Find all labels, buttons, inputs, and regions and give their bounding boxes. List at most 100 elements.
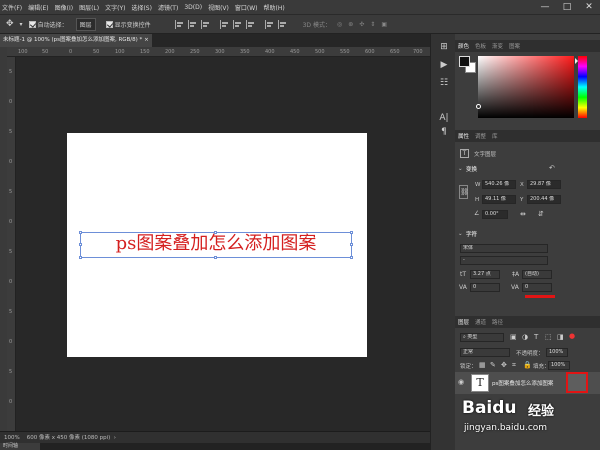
auto-select-dropdown[interactable]: 图层 <box>75 17 96 31</box>
y-field[interactable]: 200.44 像 <box>527 195 561 204</box>
tab-swatches[interactable]: 色板 <box>475 42 486 50</box>
align-left-icon[interactable] <box>174 19 184 29</box>
menu-view[interactable]: 视图(V) <box>208 3 229 12</box>
character-panel-icon[interactable]: A| <box>438 112 450 124</box>
flip-horizontal-icon[interactable]: ⇹ <box>520 210 526 218</box>
slide-3d-icon[interactable]: ⇕ <box>370 21 375 28</box>
paragraph-panel-icon[interactable]: ¶ <box>438 126 450 138</box>
tool-preset-chevron-icon[interactable]: ▾ <box>20 21 23 28</box>
width-field[interactable]: 540.26 像 <box>482 180 516 189</box>
tab-adjustments[interactable]: 调整 <box>475 132 486 140</box>
transform-handle[interactable] <box>79 243 82 246</box>
transform-handle[interactable] <box>214 256 217 259</box>
font-style-dropdown[interactable]: - <box>460 256 548 265</box>
tab-paths[interactable]: 路径 <box>492 318 503 326</box>
zoom-level[interactable]: 100% <box>4 435 20 441</box>
filter-adjust-icon[interactable]: ◑ <box>522 333 528 341</box>
tab-libraries[interactable]: 库 <box>492 132 498 140</box>
hue-slider-pointer[interactable] <box>575 58 578 64</box>
align-top-icon[interactable] <box>219 19 229 29</box>
transform-handle[interactable] <box>350 231 353 234</box>
lock-artboard-icon[interactable]: ⌗ <box>512 361 516 370</box>
close-window-button[interactable]: ✕ <box>578 2 600 12</box>
align-right-icon[interactable] <box>200 19 210 29</box>
leading-field[interactable]: (自动) <box>522 270 552 279</box>
minimize-button[interactable]: — <box>534 2 556 12</box>
status-menu-chevron-icon[interactable]: › <box>114 435 116 441</box>
menu-select[interactable]: 选择(S) <box>131 3 152 12</box>
height-field[interactable]: 49.11 像 <box>482 195 516 204</box>
link-icon[interactable]: ⛓ <box>459 185 469 199</box>
blend-mode-dropdown[interactable]: 正常 <box>460 348 510 357</box>
lock-pixels-icon[interactable]: ✎ <box>490 361 496 369</box>
layer-filter-dropdown[interactable]: ⌕ 类型 <box>460 333 504 342</box>
opacity-field[interactable]: 100% <box>546 348 568 357</box>
text-bounding-box[interactable] <box>79 231 353 259</box>
lock-transparency-icon[interactable]: ▦ <box>479 361 486 369</box>
x-field[interactable]: 29.87 像 <box>527 180 561 189</box>
fill-field[interactable]: 100% <box>548 361 570 370</box>
lock-all-icon[interactable]: 🔒 <box>523 361 532 369</box>
color-picker-field[interactable] <box>478 56 574 118</box>
actions-play-icon[interactable]: ▶ <box>438 59 450 71</box>
hue-slider[interactable] <box>578 56 587 118</box>
tab-layers[interactable]: 图层 <box>458 318 469 326</box>
menu-file[interactable]: 文件(F) <box>2 3 22 12</box>
timeline-tab[interactable]: 时间轴 <box>0 443 40 450</box>
roll-3d-icon[interactable]: ⊛ <box>348 21 353 28</box>
menu-help[interactable]: 帮助(H) <box>264 3 285 12</box>
tab-channels[interactable]: 通道 <box>475 318 486 326</box>
filter-type-icon[interactable]: T <box>534 333 538 341</box>
lock-position-icon[interactable]: ✥ <box>501 361 507 369</box>
transform-chevron-icon[interactable]: ⌄ <box>458 166 463 172</box>
tab-properties[interactable]: 属性 <box>458 132 469 140</box>
font-family-dropdown[interactable]: 宋体 <box>460 244 548 253</box>
kerning-field[interactable]: 0 <box>470 283 500 292</box>
layer-name[interactable]: ps图案叠加怎么添加图案 <box>492 379 553 387</box>
horizontal-ruler[interactable]: 100 50 0 50 100 150 200 250 300 350 400 … <box>7 47 430 57</box>
align-center-icon[interactable] <box>187 19 197 29</box>
reset-icon[interactable]: ↶ <box>549 164 555 172</box>
transform-handle[interactable] <box>214 231 217 234</box>
flip-vertical-icon[interactable]: ⇵ <box>538 210 544 218</box>
align-bottom-icon[interactable] <box>245 19 255 29</box>
menu-layer[interactable]: 图层(L) <box>79 3 99 12</box>
history-icon[interactable]: ⊞ <box>438 41 450 53</box>
menu-edit[interactable]: 编辑(E) <box>28 3 48 12</box>
tab-patterns[interactable]: 图案 <box>509 42 520 50</box>
angle-field[interactable]: 0.00° <box>482 210 508 219</box>
color-picker-cursor[interactable] <box>476 104 481 109</box>
distribute-icon[interactable] <box>277 19 287 29</box>
tracking-field[interactable]: 0 <box>522 283 552 292</box>
filter-shape-icon[interactable]: ⬚ <box>545 333 552 341</box>
align-middle-icon[interactable] <box>232 19 242 29</box>
maximize-button[interactable]: □ <box>556 2 578 12</box>
tab-close-icon[interactable]: × <box>144 37 149 43</box>
drag-3d-icon[interactable]: ✣ <box>359 21 364 28</box>
menu-type[interactable]: 文字(Y) <box>105 3 125 12</box>
menu-window[interactable]: 窗口(W) <box>235 3 258 12</box>
filter-pixel-icon[interactable]: ▣ <box>510 333 517 341</box>
scale-3d-icon[interactable]: ▣ <box>381 21 387 28</box>
rotate-3d-icon[interactable]: ◎ <box>337 21 342 28</box>
tab-gradients[interactable]: 渐变 <box>492 42 503 50</box>
filter-toggle-icon[interactable]: ● <box>569 332 575 340</box>
transform-handle[interactable] <box>350 243 353 246</box>
character-chevron-icon[interactable]: ⌄ <box>458 231 463 237</box>
foreground-color-swatch[interactable] <box>459 56 470 67</box>
menu-3d[interactable]: 3D(D) <box>184 4 202 11</box>
transform-handle[interactable] <box>79 256 82 259</box>
menu-filter[interactable]: 滤镜(T) <box>158 3 178 12</box>
font-size-field[interactable]: 3.27 点 <box>470 270 500 279</box>
document-tab[interactable]: 未标题-1 @ 100% (ps图案叠加怎么添加图案, RGB/8) * × <box>0 34 152 47</box>
move-tool-icon[interactable]: ✥ <box>6 19 14 29</box>
tools-panel-collapsed[interactable] <box>0 47 7 431</box>
show-transform-checkbox[interactable]: 显示变换控件 <box>105 20 151 29</box>
menu-image[interactable]: 图像(I) <box>55 3 73 12</box>
transform-handle[interactable] <box>79 231 82 234</box>
filter-smart-icon[interactable]: ◨ <box>557 333 564 341</box>
vertical-ruler[interactable]: 5 0 5 0 5 0 5 0 5 0 5 0 <box>7 57 16 431</box>
auto-select-checkbox[interactable]: 自动选择： <box>28 20 68 29</box>
transform-handle[interactable] <box>350 256 353 259</box>
visibility-eye-icon[interactable]: ◉ <box>458 378 464 386</box>
